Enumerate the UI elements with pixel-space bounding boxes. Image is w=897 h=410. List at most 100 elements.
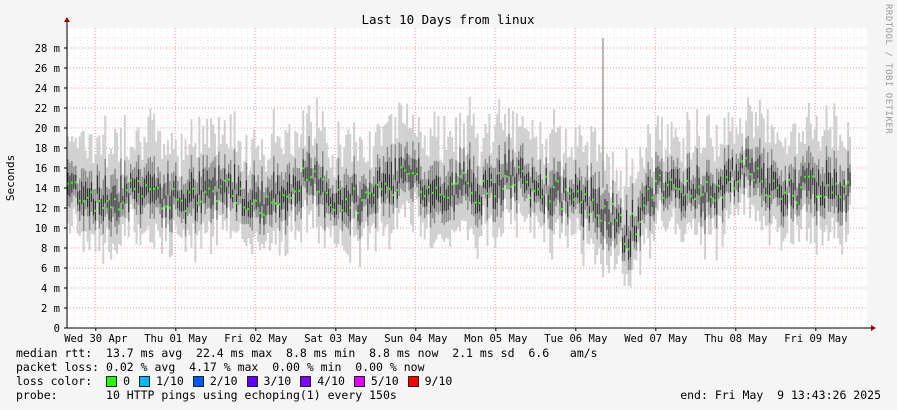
median-point: [490, 178, 493, 181]
median-point: [298, 189, 301, 192]
median-point: [509, 185, 512, 188]
loss-color-swatch: [106, 375, 118, 387]
median-point: [749, 173, 752, 176]
median-point: [611, 202, 614, 205]
median-point: [451, 182, 454, 185]
median-point: [627, 248, 630, 251]
median-point: [807, 175, 810, 178]
median-point: [560, 207, 563, 210]
loss-color-swatch-label: 2/10: [209, 374, 238, 388]
loss-color-item: 9/10: [407, 374, 452, 388]
median-point: [357, 212, 360, 215]
median-point: [623, 242, 626, 245]
median-point: [106, 200, 109, 203]
y-tick-label: 4 m: [41, 283, 60, 295]
median-point: [102, 207, 105, 210]
median-point: [349, 206, 352, 209]
median-point: [564, 188, 567, 191]
median-point: [494, 195, 497, 198]
median-point: [157, 187, 160, 190]
median-point: [360, 199, 363, 202]
median-point: [392, 194, 395, 197]
y-tick-label: 16 m: [35, 163, 60, 175]
median-point: [302, 167, 305, 170]
median-point: [506, 175, 509, 178]
loss-color-swatch: [407, 375, 419, 387]
median-point: [317, 190, 320, 193]
y-tick-label: 12 m: [35, 203, 60, 215]
median-point: [310, 176, 313, 179]
median-rtt-line: median rtt: 13.7 ms avg 22.4 ms max 8.8 …: [16, 346, 598, 360]
packet-loss-values: 0.02 % avg 4.17 % max 0.00 % min 0.00 % …: [106, 360, 425, 374]
median-point: [306, 178, 309, 181]
median-point: [698, 185, 701, 188]
median-point: [839, 195, 842, 198]
loss-color-item: 0: [106, 374, 130, 388]
median-point: [329, 204, 332, 207]
median-point: [474, 201, 477, 204]
median-point: [607, 222, 610, 225]
median-point: [168, 206, 171, 209]
loss-color-swatch: [246, 375, 258, 387]
median-point: [694, 197, 697, 200]
median-point: [553, 186, 556, 189]
end-timestamp: end: Fri May 9 13:43:26 2025: [680, 388, 881, 402]
median-point: [702, 193, 705, 196]
y-tick-label: 10 m: [35, 223, 60, 235]
y-axis-label: Seconds: [4, 155, 17, 201]
median-point: [353, 187, 356, 190]
median-point: [792, 194, 795, 197]
median-point: [517, 166, 520, 169]
packet-loss-line: packet loss: 0.02 % avg 4.17 % max 0.00 …: [16, 360, 425, 374]
y-tick-label: 14 m: [35, 183, 60, 195]
median-point: [227, 178, 230, 181]
median-point: [713, 199, 716, 202]
median-point: [333, 209, 336, 212]
median-point: [513, 183, 516, 186]
median-point: [796, 201, 799, 204]
median-point: [200, 200, 203, 203]
median-point: [674, 187, 677, 190]
median-point: [478, 202, 481, 205]
median-point: [549, 200, 552, 203]
median-point: [251, 202, 254, 205]
median-point: [572, 198, 575, 201]
median-point: [631, 212, 634, 215]
x-tick-label: Sat 03 May: [304, 333, 367, 345]
median-point: [803, 175, 806, 178]
median-point: [208, 187, 211, 190]
median-point: [364, 191, 367, 194]
median-point: [74, 181, 77, 184]
median-point: [98, 200, 101, 203]
x-tick-label: Fri 02 May: [224, 333, 287, 345]
median-point: [274, 202, 277, 205]
x-tick-label: Mon 05 May: [464, 333, 527, 345]
median-point: [447, 196, 450, 199]
median-point: [337, 188, 340, 191]
median-point: [776, 186, 779, 189]
median-rtt-values: 13.7 ms avg 22.4 ms max 8.8 ms min 8.8 m…: [106, 346, 598, 360]
median-point: [651, 196, 654, 199]
y-tick-label: 22 m: [35, 103, 60, 115]
median-point: [70, 181, 73, 184]
median-point: [635, 233, 638, 236]
median-point: [760, 180, 763, 183]
median-point: [431, 191, 434, 194]
median-point: [709, 195, 712, 198]
median-point: [502, 187, 505, 190]
median-point: [619, 214, 622, 217]
median-point: [94, 209, 97, 212]
chart-title: Last 10 Days from linux: [361, 12, 535, 27]
median-point: [654, 180, 657, 183]
median-point: [639, 221, 642, 224]
median-point: [286, 195, 289, 198]
median-point: [231, 194, 234, 197]
median-point: [400, 166, 403, 169]
x-tick-label: Tue 06 May: [544, 333, 607, 345]
y-tick-label: 2 m: [41, 303, 60, 315]
median-point: [576, 190, 579, 193]
median-point: [658, 174, 661, 177]
median-point: [439, 193, 442, 196]
median-point: [243, 206, 246, 209]
median-point: [137, 180, 140, 183]
